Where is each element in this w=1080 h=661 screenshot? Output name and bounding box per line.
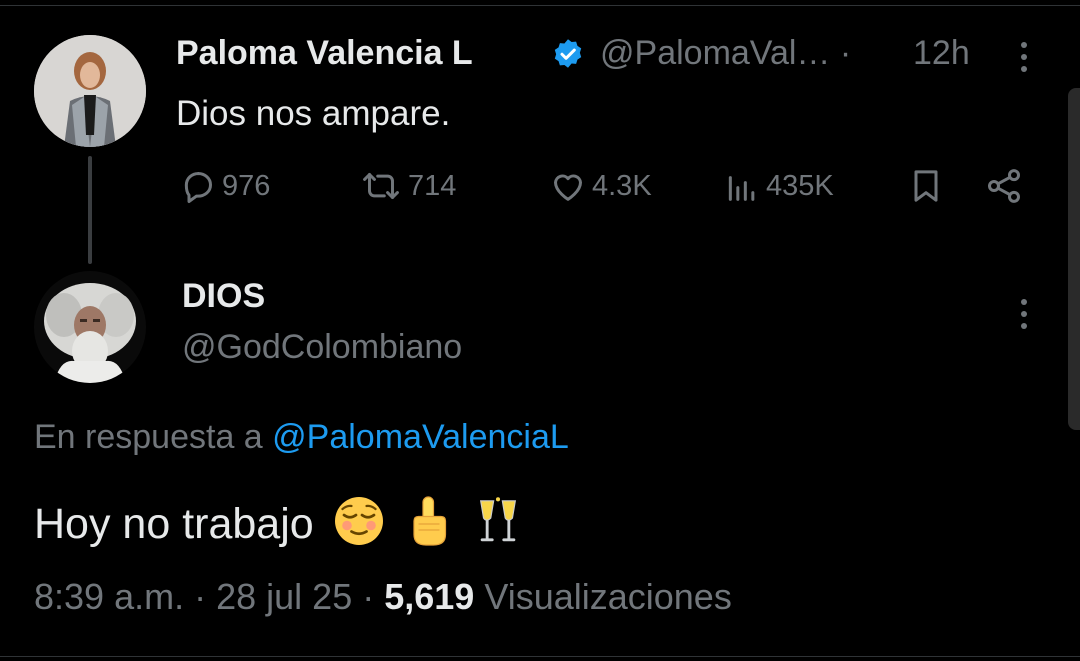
- clinking-glasses-emoji: [472, 494, 524, 559]
- author-handle-dios[interactable]: @GodColombiano: [182, 328, 462, 367]
- reply-icon: [178, 166, 218, 206]
- views-label: Visualizaciones: [484, 576, 732, 617]
- bottom-divider: [0, 656, 1080, 657]
- author-name-dios[interactable]: DIOS: [182, 277, 265, 316]
- reply-mention-link[interactable]: @PalomaValenciaL: [272, 418, 569, 456]
- top-divider: [0, 5, 1080, 6]
- verified-badge-icon: [550, 37, 586, 78]
- bookmark-icon: [906, 166, 946, 206]
- reply-context: En respuesta a @PalomaValenciaL: [34, 418, 569, 457]
- more-icon[interactable]: [1018, 299, 1030, 329]
- share-icon: [984, 166, 1024, 206]
- views-count: 435K: [766, 169, 834, 202]
- views-icon: [722, 166, 762, 206]
- timestamp[interactable]: 8:39 a.m.: [34, 576, 184, 617]
- tweet-text-content: Hoy no trabajo: [34, 499, 314, 548]
- retweet-count: 714: [408, 169, 457, 202]
- tweet-text: Dios nos ampare.: [176, 94, 451, 133]
- tweet-time[interactable]: 12h: [913, 34, 970, 73]
- share-button[interactable]: [984, 166, 1024, 206]
- avatar-paloma[interactable]: [34, 35, 146, 147]
- author-handle[interactable]: @PalomaVal… ·: [600, 34, 851, 73]
- date[interactable]: 28 jul 25: [216, 576, 352, 617]
- index-pointing-up-emoji: [404, 494, 454, 559]
- bookmark-button[interactable]: [906, 166, 946, 206]
- relieved-face-emoji: [332, 494, 386, 559]
- views-button[interactable]: 435K: [722, 166, 834, 206]
- like-count: 4.3K: [592, 169, 652, 202]
- like-button[interactable]: 4.3K: [548, 166, 652, 206]
- retweet-button[interactable]: 714: [358, 166, 456, 206]
- reply-prefix: En respuesta a: [34, 418, 263, 456]
- retweet-icon: [358, 166, 404, 206]
- views-count-bold: 5,619: [384, 576, 475, 617]
- tweet-meta: 8:39 a.m. · 28 jul 25 · 5,619 Visualizac…: [34, 576, 732, 617]
- thread-connector: [88, 156, 92, 264]
- tweet-text-dios: Hoy no trabajo: [34, 494, 524, 559]
- more-icon[interactable]: [1018, 42, 1030, 72]
- reply-button[interactable]: 976: [178, 166, 270, 206]
- author-name[interactable]: Paloma Valencia L: [176, 34, 473, 73]
- avatar-dios[interactable]: [34, 271, 146, 383]
- reply-count: 976: [222, 169, 271, 202]
- scrollbar[interactable]: [1068, 88, 1080, 430]
- like-icon: [548, 166, 588, 206]
